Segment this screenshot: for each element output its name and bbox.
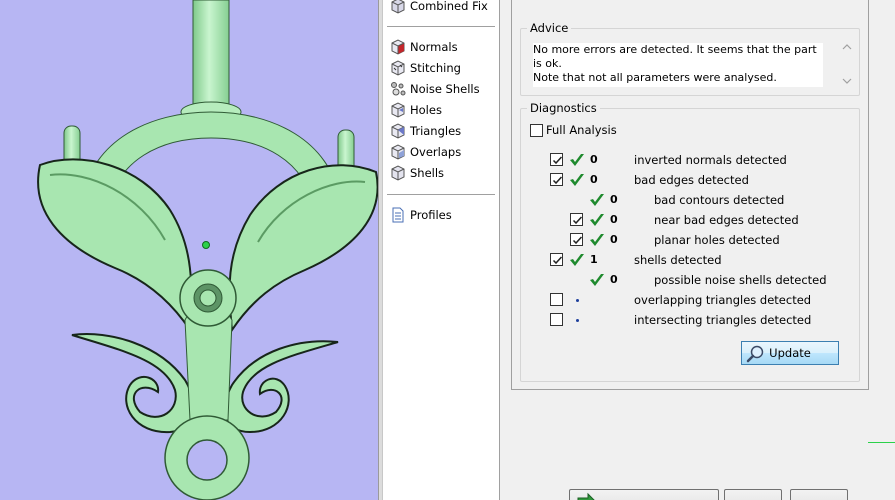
fix-details-panel: Advice No more errors are detected. It s…: [501, 0, 895, 500]
shells-checkbox[interactable]: [550, 253, 563, 266]
ok-check-icon: [590, 274, 604, 286]
nav-item-label: Shells: [410, 166, 445, 180]
planar-holes-label: planar holes detected: [654, 233, 780, 247]
near-bad-edges-label: near bad edges detected: [654, 213, 799, 227]
nav-item-label: Noise Shells: [410, 82, 480, 96]
bad-edges-checkbox[interactable]: [550, 173, 563, 186]
full-analysis-label: Full Analysis: [546, 123, 617, 137]
inverted-normals-label: inverted normals detected: [634, 153, 787, 167]
intersecting-triangles-label: intersecting triangles detected: [634, 313, 812, 327]
nav-item-label: Normals: [410, 40, 458, 54]
checkmark-icon: [572, 216, 583, 225]
triangles-icon: [391, 123, 405, 139]
not-checked-dot-icon: [576, 319, 579, 322]
close-button[interactable]: [724, 489, 782, 500]
planar-holes-count: 0: [610, 233, 618, 246]
jewelry-pendant-model: [37, 0, 378, 500]
bad-contours-count: 0: [610, 193, 618, 206]
ok-check-icon: [590, 214, 604, 226]
bad-edges-count: 0: [590, 173, 598, 186]
nav-item-label: Combined Fix: [410, 0, 488, 13]
overlaps-icon: [391, 144, 405, 160]
bad-edges-label: bad edges detected: [634, 173, 749, 187]
nav-item-normals[interactable]: Normals: [389, 37, 458, 57]
intersecting-triangles-checkbox[interactable]: [550, 313, 563, 326]
update-button[interactable]: Update: [741, 341, 839, 365]
advice-line-1: No more errors are detected. It seems th…: [533, 43, 817, 70]
nav-item-overlaps[interactable]: Overlaps: [389, 142, 461, 162]
advice-message: No more errors are detected. It seems th…: [533, 43, 823, 87]
ok-check-icon: [590, 234, 604, 246]
noise-shells-icon: [391, 82, 406, 96]
overlapping-triangles-checkbox[interactable]: [550, 293, 563, 306]
nav-item-label: Stitching: [410, 61, 461, 75]
near-bad-edges-checkbox[interactable]: [570, 213, 583, 226]
inverted-normals-checkbox[interactable]: [550, 153, 563, 166]
advice-line-2: Note that not all parameters were analys…: [533, 71, 777, 84]
checkmark-icon: [572, 236, 583, 245]
stitching-icon: [391, 60, 405, 76]
magnifier-icon: [746, 345, 764, 363]
ok-check-icon: [570, 154, 584, 166]
ok-check-icon: [570, 174, 584, 186]
nav-item-noise-shells[interactable]: Noise Shells: [389, 79, 480, 99]
profiles-icon: [392, 207, 404, 223]
noise-shells-count: 0: [610, 273, 618, 286]
holes-icon: [391, 102, 405, 118]
checkmark-icon: [552, 256, 563, 265]
nav-item-combined-fix[interactable]: Combined Fix: [389, 0, 488, 16]
noise-shells-label: possible noise shells detected: [654, 273, 827, 287]
help-button[interactable]: [790, 489, 848, 500]
shells-icon: [391, 165, 405, 181]
inverted-normals-count: 0: [590, 153, 598, 166]
checkmark-icon: [552, 176, 563, 185]
bad-contours-label: bad contours detected: [654, 193, 785, 207]
advice-title: Advice: [527, 21, 572, 35]
follow-advice-button[interactable]: [569, 489, 719, 500]
diagnostics-title: Diagnostics: [527, 101, 600, 115]
nav-separator: [387, 26, 495, 27]
nav-item-label: Overlaps: [410, 145, 462, 159]
combined-fix-icon: [391, 0, 405, 14]
nav-item-stitching[interactable]: Stitching: [389, 58, 461, 78]
nav-item-profiles[interactable]: Profiles: [389, 205, 452, 225]
arrow-right-icon: [577, 492, 595, 500]
cursor-guide-line: [868, 442, 895, 443]
normals-icon: [391, 39, 405, 55]
full-analysis-checkbox[interactable]: [530, 124, 543, 137]
ok-check-icon: [570, 254, 584, 266]
near-bad-edges-count: 0: [610, 213, 618, 226]
nav-item-label: Holes: [410, 103, 442, 117]
update-label: Update: [769, 346, 811, 360]
fix-categories-panel: Combined Fix Normals Stitching Noise She…: [383, 0, 500, 500]
shells-count: 1: [590, 253, 598, 266]
overlapping-triangles-label: overlapping triangles detected: [634, 293, 812, 307]
nav-item-triangles[interactable]: Triangles: [389, 121, 461, 141]
nav-item-holes[interactable]: Holes: [389, 100, 442, 120]
nav-item-shells[interactable]: Shells: [389, 163, 444, 183]
planar-holes-checkbox[interactable]: [570, 233, 583, 246]
nav-item-label: Triangles: [410, 124, 462, 138]
shells-label: shells detected: [634, 253, 722, 267]
checkmark-icon: [552, 156, 563, 165]
3d-viewport[interactable]: [0, 0, 378, 500]
nav-item-label: Profiles: [410, 208, 452, 222]
advice-scrollbar[interactable]: [841, 41, 853, 87]
ok-check-icon: [590, 194, 604, 206]
not-checked-dot-icon: [576, 299, 579, 302]
advice-group: Advice No more errors are detected. It s…: [520, 21, 860, 96]
nav-separator: [387, 194, 495, 195]
